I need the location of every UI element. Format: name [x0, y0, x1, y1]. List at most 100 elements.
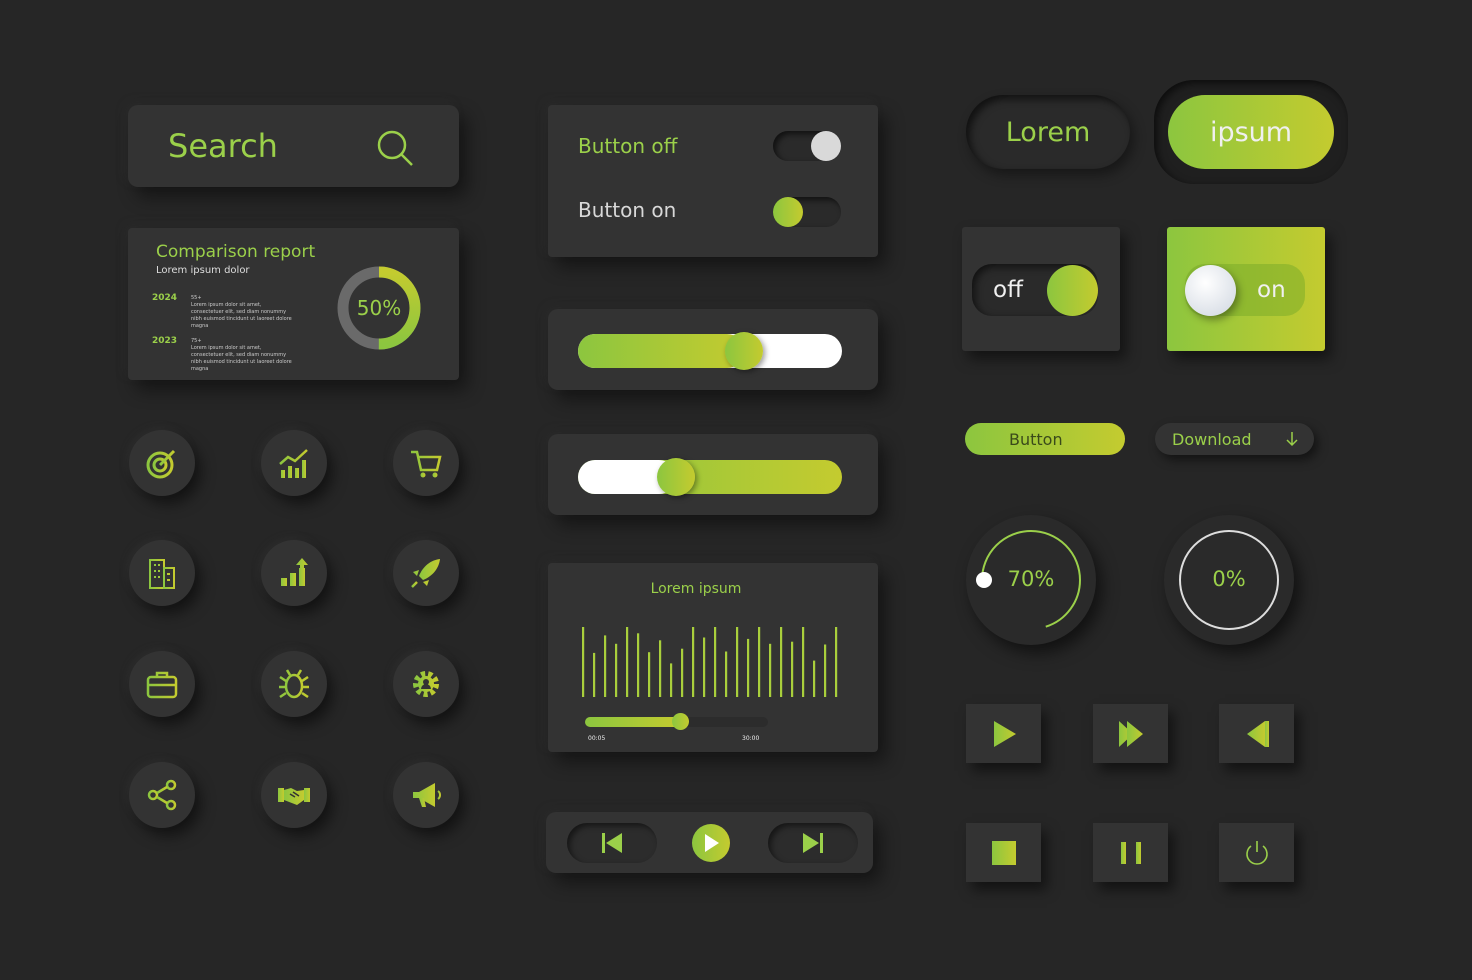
skip-back-icon — [602, 833, 622, 853]
progress-knob-70[interactable]: 70% — [966, 515, 1096, 645]
current-time: 00:05 — [588, 735, 606, 742]
target-button[interactable] — [129, 430, 195, 496]
play-button[interactable] — [692, 824, 730, 862]
audio-progress-thumb[interactable] — [672, 713, 690, 730]
bug-icon — [279, 669, 309, 699]
waveform-bar — [802, 627, 805, 697]
toggle-off[interactable] — [773, 131, 841, 161]
slider-panel-1 — [548, 309, 878, 390]
ipsum-label: ipsum — [1209, 116, 1293, 148]
pause-button[interactable] — [1093, 823, 1168, 882]
switch-knob — [1185, 265, 1236, 316]
waveform-bar — [604, 635, 607, 697]
player-bar — [546, 812, 873, 873]
play-icon — [705, 834, 719, 852]
rocket-button[interactable] — [393, 540, 459, 606]
donut-label: 50% — [356, 296, 402, 320]
stop-icon — [991, 840, 1016, 865]
bar-chart-up-button[interactable] — [261, 540, 327, 606]
off-switch[interactable]: off — [972, 264, 1098, 316]
report-year: 2023 — [152, 336, 178, 346]
skip-forward-button[interactable] — [768, 823, 858, 863]
button[interactable]: Button — [965, 423, 1125, 455]
waveform-bar — [582, 627, 585, 697]
report-value: 55+ — [191, 295, 202, 301]
toggle-knob — [811, 131, 841, 161]
handshake-button[interactable] — [261, 762, 327, 828]
total-time: 30:00 — [742, 735, 760, 742]
waveform-bar — [681, 648, 684, 697]
off-label: off — [993, 277, 1023, 303]
audio-progress-fill — [585, 717, 681, 727]
waveform-bar — [747, 638, 750, 697]
search-icon[interactable] — [376, 129, 416, 169]
briefcase-button[interactable] — [129, 651, 195, 717]
ipsum-button-frame: ipsum — [1154, 80, 1348, 184]
rocket-icon — [411, 559, 440, 588]
bar-chart-up-icon — [279, 558, 309, 589]
play-button-square[interactable] — [966, 704, 1041, 763]
toggle-label-on: Button on — [578, 198, 677, 222]
slider-thumb[interactable] — [725, 332, 764, 370]
building-icon — [149, 559, 175, 589]
ipsum-button[interactable]: ipsum — [1168, 95, 1334, 169]
gear-user-button[interactable] — [393, 651, 459, 717]
growth-chart-button[interactable] — [261, 430, 327, 496]
report-description: Lorem ipsum dolor sit amet, consectetuer… — [191, 345, 292, 372]
waveform-bar — [648, 652, 651, 697]
stop-button[interactable] — [966, 823, 1041, 882]
slider-thumb[interactable] — [656, 458, 695, 496]
report-subtitle: Lorem ipsum dolor — [156, 265, 250, 276]
toggle-knob — [773, 197, 803, 227]
audio-progress[interactable] — [585, 713, 768, 730]
button-label: Button — [1009, 429, 1063, 449]
waveform-bar — [714, 627, 717, 697]
on-label: on — [1257, 277, 1286, 303]
slider-1[interactable] — [578, 332, 842, 370]
search-input[interactable]: Search — [168, 127, 278, 165]
fast-forward-icon — [1118, 720, 1143, 747]
play-icon — [993, 720, 1016, 747]
megaphone-icon — [413, 783, 441, 807]
power-button[interactable] — [1219, 823, 1294, 882]
skip-back-button[interactable] — [567, 823, 657, 863]
waveform-bar — [736, 627, 739, 697]
waveform-bar — [703, 637, 706, 697]
waveform-bar — [813, 660, 816, 697]
slider-2[interactable] — [578, 458, 842, 496]
bug-button[interactable] — [261, 651, 327, 717]
waveform-bar — [670, 663, 673, 697]
slider-panel-2 — [548, 434, 878, 515]
share-button[interactable] — [129, 762, 195, 828]
report-value: 75+ — [191, 338, 202, 344]
progress-knob-0[interactable]: 0% — [1164, 515, 1294, 645]
share-icon — [147, 779, 177, 811]
toggle-label-off: Button off — [578, 134, 678, 158]
toggle-on[interactable] — [773, 197, 841, 227]
download-button[interactable]: Download — [1155, 423, 1314, 455]
handshake-icon — [278, 788, 310, 805]
fast-forward-button[interactable] — [1093, 704, 1168, 763]
lorem-button[interactable]: Lorem — [966, 95, 1130, 169]
search-box[interactable]: Search — [128, 105, 459, 187]
slider-fill — [578, 334, 745, 368]
cart-button[interactable] — [393, 430, 459, 496]
audio-title: Lorem ipsum — [650, 581, 742, 597]
waveform-bar — [615, 643, 618, 697]
on-switch[interactable]: on — [1185, 264, 1305, 316]
report-description: Lorem ipsum dolor sit amet, consectetuer… — [191, 302, 292, 329]
progress-label: 0% — [1212, 567, 1246, 591]
waveform-bar — [780, 627, 783, 697]
waveform-bar — [769, 643, 772, 697]
waveform-bar — [791, 641, 794, 697]
megaphone-button[interactable] — [393, 762, 459, 828]
rewind-button[interactable] — [1219, 704, 1294, 763]
waveform-bar — [593, 652, 596, 697]
waveform-bar — [626, 627, 629, 697]
report-title: Comparison report — [156, 242, 316, 262]
audio-panel: Lorem ipsum 00:05 30:00 — [548, 563, 878, 752]
skip-forward-icon — [803, 833, 823, 853]
power-icon — [1245, 840, 1268, 865]
waveform-bar — [692, 627, 695, 697]
building-button[interactable] — [129, 540, 195, 606]
